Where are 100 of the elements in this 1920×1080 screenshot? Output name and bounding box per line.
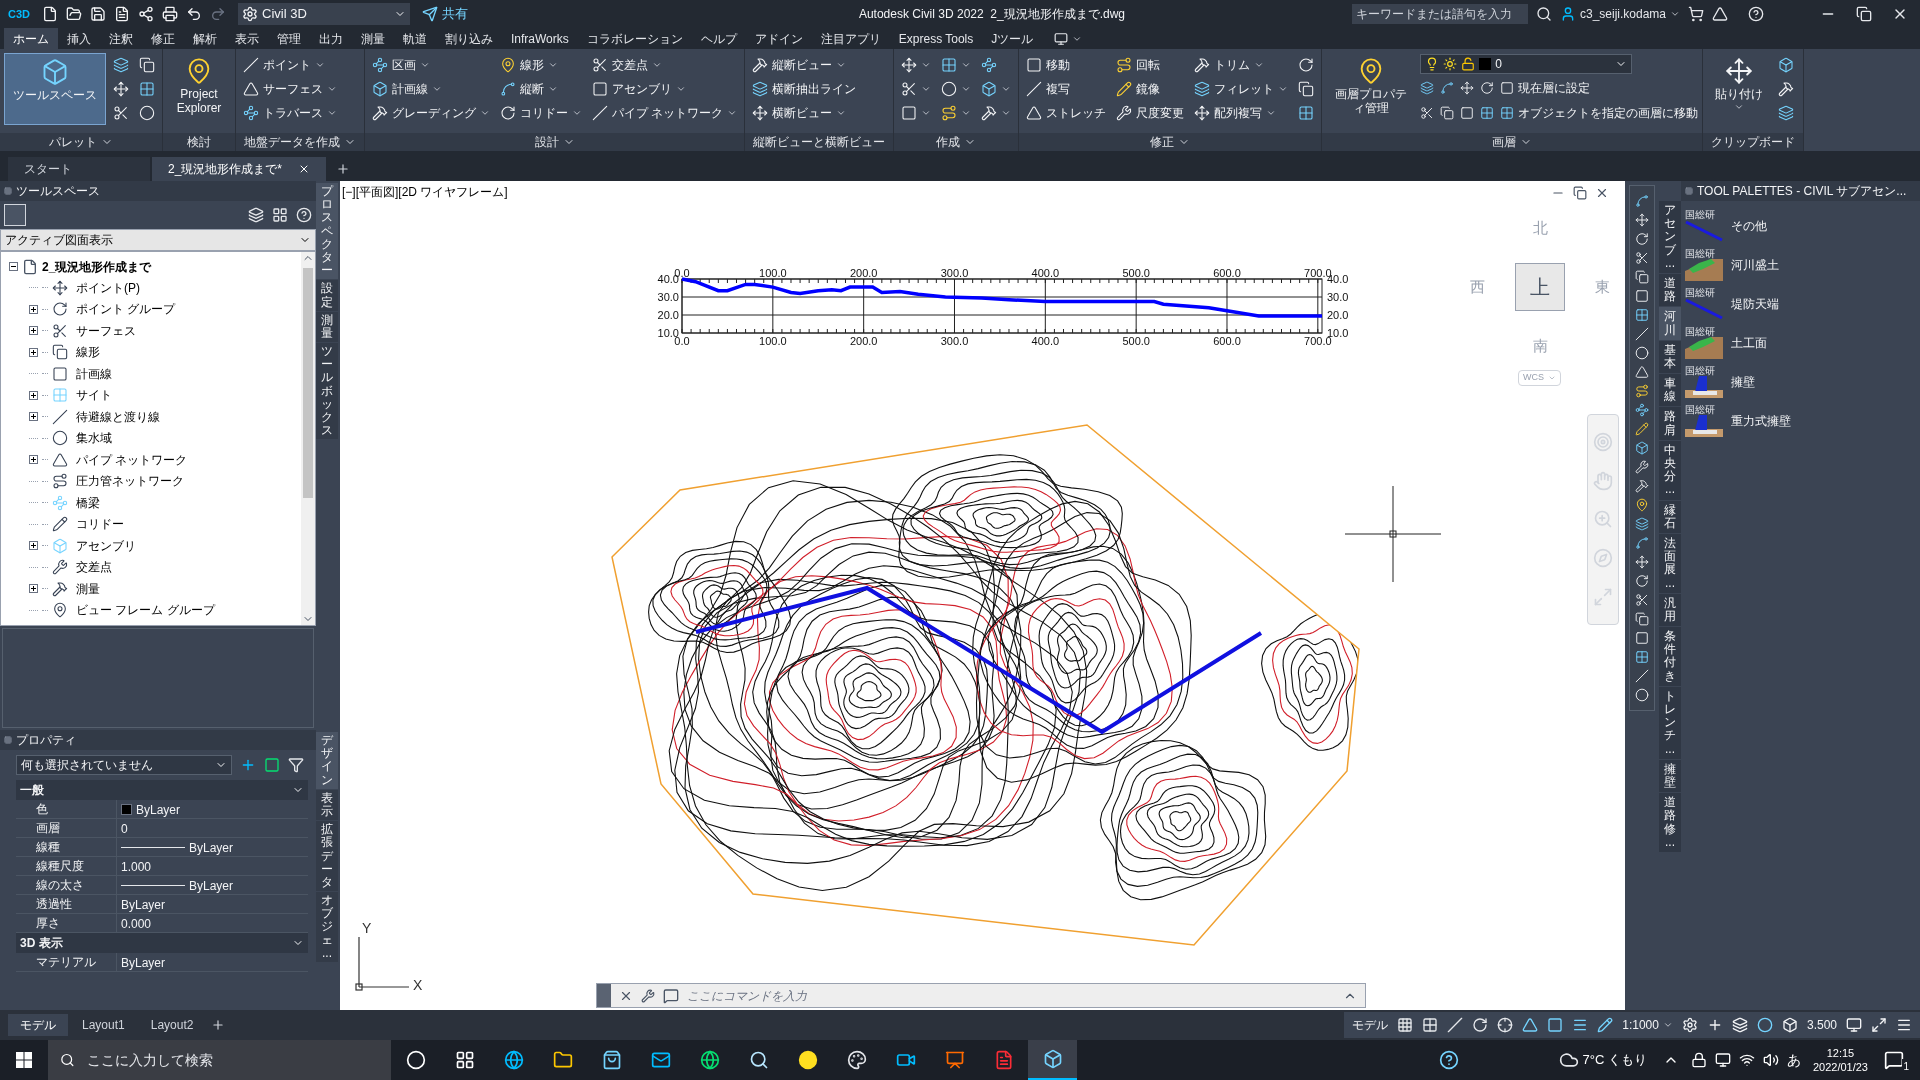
palette-tab[interactable]: 中央分... (1659, 440, 1681, 500)
weather-text[interactable]: 7°C くもり (1582, 1050, 1647, 1070)
tool-button[interactable]: ポイント (240, 53, 340, 77)
tree-item[interactable]: サーフェス (76, 321, 136, 340)
property-value[interactable]: 0 (121, 819, 128, 838)
side-tab[interactable]: 測量 (316, 311, 338, 343)
tool-button[interactable]: パイプ ネットワーク (589, 101, 741, 125)
palette-tab[interactable]: 河川 (1659, 307, 1681, 340)
tree-item[interactable]: 待避線と渡り線 (76, 407, 160, 426)
property-value[interactable]: 1.000 (121, 857, 152, 876)
side-tab[interactable]: 表示 (316, 789, 338, 821)
tree-item[interactable]: 2_現況地形作成まで (42, 257, 152, 276)
app-logo[interactable]: C3D (4, 5, 34, 23)
palette-tool[interactable]: 国総研 重力式擁壁 (1685, 404, 1920, 437)
view-dropdown[interactable]: アクティブ図面表示 (0, 229, 316, 251)
large-tool-button[interactable]: 画層プロパティ管理 (1326, 53, 1417, 125)
viewport-control[interactable]: [−] (342, 183, 356, 201)
large-tool-button[interactable]: 貼り付け (1707, 53, 1772, 125)
ribbon-tab[interactable]: Express Tools (889, 28, 983, 49)
ribbon-tab[interactable]: InfraWorks (502, 28, 578, 49)
tool-button[interactable]: 横断ビュー (749, 101, 860, 125)
palette-tab[interactable]: 法面展... (1659, 533, 1681, 593)
palette-tab[interactable]: 擁壁 (1659, 759, 1681, 793)
model-space-button[interactable]: モデル (1352, 1016, 1389, 1034)
side-tab[interactable]: プロスペクター (316, 183, 338, 280)
palette-tool[interactable]: 国総研 その他 (1685, 209, 1920, 242)
ribbon-tab[interactable]: 注釈 (100, 28, 142, 49)
document-tab[interactable]: 2_現況地形作成まで* (152, 157, 327, 181)
taskbar-search-input[interactable]: ここに入力して検索 (86, 1049, 379, 1071)
clock-time[interactable]: 12:15 (1826, 1046, 1855, 1060)
side-tab[interactable]: オブジェ... (316, 892, 338, 962)
tool-button[interactable]: 計画線 (369, 77, 493, 101)
palette-tool[interactable]: 国総研 擁壁 (1685, 365, 1920, 398)
tool-button[interactable]: 区画 (369, 53, 493, 77)
ribbon-tab[interactable]: 出力 (310, 28, 352, 49)
ribbon-tab[interactable]: 測量 (352, 28, 394, 49)
property-value[interactable]: ByLayer (121, 895, 166, 914)
tree-item[interactable]: ビュー フレーム グループ (76, 601, 215, 620)
tool-button[interactable]: 回転 (1113, 53, 1188, 77)
search-field[interactable]: キーワードまたは語句を入力 (1351, 4, 1528, 24)
tool-button[interactable]: 縦断 (497, 77, 585, 101)
layer-tool-button[interactable]: オブジェクトを指定の画層に移動 (1500, 104, 1699, 122)
document-tab[interactable]: スタート (8, 157, 150, 181)
tool-button[interactable]: トラバース (240, 101, 340, 125)
tree-item[interactable]: アセンブリ (76, 536, 136, 555)
ribbon-tab[interactable]: 解析 (184, 28, 226, 49)
palette-tab[interactable]: 道路修... (1659, 793, 1681, 852)
tree-item[interactable]: 交差点 (76, 558, 112, 577)
tool-button[interactable]: アセンブリ (589, 77, 741, 101)
property-value[interactable]: ByLayer (121, 953, 166, 972)
property-value[interactable]: ByLayer (189, 838, 234, 857)
tool-button[interactable]: 尺度変更 (1113, 101, 1188, 125)
tool-button[interactable]: サーフェス (240, 77, 340, 101)
palette-tool[interactable]: 国総研 河川盛土 (1685, 248, 1920, 281)
ribbon-tab[interactable]: アドイン (745, 28, 812, 49)
tool-button[interactable]: 配列複写 (1191, 101, 1292, 125)
palette-tab[interactable]: 路肩 (1659, 407, 1681, 440)
viewport-control[interactable]: [平面図] (355, 183, 399, 201)
tool-button[interactable]: 縦断ビュー (749, 53, 860, 77)
tool-button[interactable]: 横断抽出ライン (749, 77, 860, 101)
status-value[interactable]: 3.500 (1806, 1016, 1837, 1034)
tool-button[interactable]: トリム (1191, 53, 1292, 77)
tree-item[interactable]: 測量 (76, 579, 100, 598)
side-tab[interactable]: 拡張データ (316, 821, 338, 892)
share-button[interactable]: 共有 (418, 4, 472, 24)
tree-item[interactable]: 計画線 (76, 364, 112, 383)
ime-indicator[interactable]: あ (1786, 1049, 1801, 1071)
palette-tab[interactable]: 条件付き (1659, 627, 1681, 686)
tree-item[interactable]: コリドー (76, 515, 124, 534)
tree-item[interactable]: 圧力管ネットワーク (76, 472, 184, 491)
tool-button[interactable]: フィレット (1191, 77, 1292, 101)
palette-tab[interactable]: 汎用 (1659, 593, 1681, 627)
command-input[interactable]: ここにコマンドを入力 (687, 986, 1335, 1005)
ribbon-tab[interactable]: 軌道 (394, 28, 436, 49)
property-value[interactable]: 0.000 (121, 914, 152, 933)
viewport-control[interactable]: [2D ワイヤフレーム] (398, 183, 508, 201)
ribbon-tab[interactable]: 管理 (268, 28, 310, 49)
tool-button[interactable]: ストレッチ (1023, 101, 1110, 125)
palette-tab[interactable]: アセンブ... (1659, 201, 1681, 273)
layout-tab[interactable]: Layout2 (138, 1014, 206, 1036)
tool-button[interactable]: グレーディング (369, 101, 493, 125)
taskbar-search[interactable]: ここに入力して検索 (48, 1040, 391, 1080)
selection-dropdown[interactable]: 何も選択されていません (16, 755, 232, 775)
palette-tab[interactable]: 車線 (1659, 374, 1681, 407)
tree-item[interactable]: 線形 (76, 343, 100, 362)
tree-item[interactable]: ポイント(P) (76, 278, 140, 297)
property-value[interactable]: ByLayer (136, 800, 181, 819)
side-tab[interactable]: ツールボックス (316, 343, 338, 440)
clock-date[interactable]: 2022/01/23 (1812, 1060, 1868, 1074)
palette-tab[interactable]: 縁石 (1659, 500, 1681, 533)
ribbon-tab[interactable]: Jツール (982, 28, 1043, 49)
tree-item[interactable]: パイプ ネットワーク (76, 450, 188, 469)
tool-button[interactable]: 移動 (1023, 53, 1110, 77)
property-value[interactable]: ByLayer (189, 876, 234, 895)
ribbon-tab[interactable]: ヘルプ (691, 28, 746, 49)
ribbon-tab[interactable]: ホーム (4, 28, 58, 49)
layout-tab[interactable]: Layout1 (70, 1014, 137, 1036)
tree-item[interactable]: サイト (76, 386, 112, 405)
layer-tool-button[interactable]: 現在層に設定 (1500, 79, 1591, 97)
workspace-dropdown[interactable]: Civil 3D (238, 3, 410, 25)
